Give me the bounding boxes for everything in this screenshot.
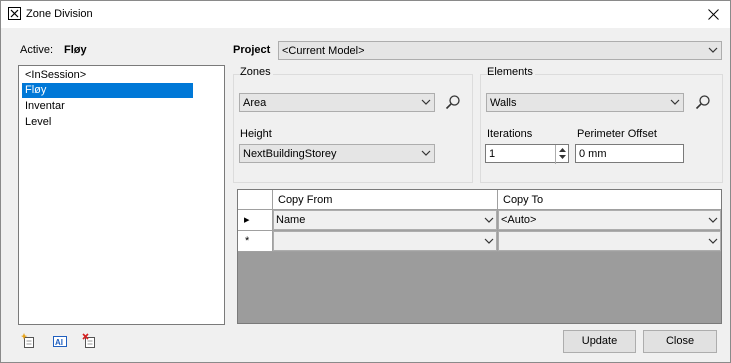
copy-to-dropdown[interactable] xyxy=(498,231,721,251)
active-value: Fløy xyxy=(64,44,87,56)
zones-type-dropdown[interactable]: Area xyxy=(239,93,435,112)
close-icon xyxy=(707,8,719,20)
table-cell[interactable] xyxy=(498,231,721,252)
current-row-indicator: ▸ xyxy=(244,214,250,226)
iterations-label: Iterations xyxy=(487,128,533,140)
active-label: Active: xyxy=(20,44,54,56)
iterations-spin[interactable] xyxy=(555,145,568,164)
height-dropdown[interactable]: NextBuildingStorey xyxy=(239,144,435,163)
copy-from-dropdown[interactable] xyxy=(273,231,497,251)
project-value: <Current Model> xyxy=(282,45,365,57)
zone-division-icon xyxy=(8,7,21,20)
project-label: Project xyxy=(233,44,271,56)
rename-icon[interactable]: AI xyxy=(52,333,68,349)
window-title: Zone Division xyxy=(26,8,93,20)
height-value: NextBuildingStorey xyxy=(243,148,337,160)
row-header[interactable]: * xyxy=(238,231,273,252)
zone-list[interactable]: <InSession> Fløy Inventar Level xyxy=(18,65,225,325)
elements-type-value: Walls xyxy=(490,97,517,109)
zones-group-label: Zones xyxy=(240,66,273,78)
new-row-indicator: * xyxy=(245,235,250,247)
perimeter-offset-value: 0 mm xyxy=(579,148,607,160)
chevron-down-icon xyxy=(708,238,718,244)
row-header[interactable]: ▸ xyxy=(238,210,273,231)
list-item-selected[interactable]: Fløy xyxy=(22,83,193,98)
spin-up-icon[interactable] xyxy=(556,145,568,153)
grid-corner-header xyxy=(238,190,273,210)
list-item[interactable]: <InSession> xyxy=(22,68,193,83)
dialog-body: Active: Fløy <InSession> Fløy Inventar L… xyxy=(1,28,730,362)
title-bar: Zone Division xyxy=(1,1,730,28)
table-cell[interactable]: Name xyxy=(273,210,498,231)
iterations-value: 1 xyxy=(489,148,496,160)
svg-text:AI: AI xyxy=(55,338,63,347)
copy-from-dropdown[interactable]: Name xyxy=(273,210,497,230)
grid-header-label: Copy To xyxy=(503,194,544,206)
elements-type-dropdown[interactable]: Walls xyxy=(486,93,684,112)
chevron-down-icon xyxy=(708,47,718,53)
chevron-down-icon xyxy=(484,217,494,223)
copy-to-dropdown[interactable]: <Auto> xyxy=(498,210,721,230)
grid-header-copy-from[interactable]: Copy From xyxy=(273,190,498,210)
copy-to-value: <Auto> xyxy=(501,214,537,226)
grid-header-copy-to[interactable]: Copy To xyxy=(498,190,721,210)
copy-from-value: Name xyxy=(276,214,306,226)
perimeter-offset-label: Perimeter Offset xyxy=(577,128,657,140)
chevron-down-icon xyxy=(670,99,680,105)
chevron-down-icon xyxy=(421,150,431,156)
search-icon[interactable] xyxy=(445,94,461,110)
search-icon[interactable] xyxy=(695,94,711,110)
chevron-down-icon xyxy=(421,99,431,105)
height-label: Height xyxy=(240,128,272,140)
update-button[interactable]: Update xyxy=(563,330,636,353)
iterations-stepper[interactable]: 1 xyxy=(485,144,569,164)
new-item-icon[interactable] xyxy=(21,333,37,349)
spin-down-icon[interactable] xyxy=(556,153,568,161)
table-cell[interactable]: <Auto> xyxy=(498,210,721,231)
elements-group-label: Elements xyxy=(487,66,535,78)
perimeter-offset-field[interactable]: 0 mm xyxy=(575,144,684,163)
close-window-button[interactable] xyxy=(702,3,724,25)
list-item[interactable]: Level xyxy=(22,115,193,130)
delete-item-icon[interactable] xyxy=(82,333,98,349)
copy-mapping-grid[interactable]: Copy From Copy To ▸ Name <Auto> * xyxy=(237,189,722,324)
list-item[interactable]: Inventar xyxy=(22,99,193,114)
zones-type-value: Area xyxy=(243,97,267,109)
close-button[interactable]: Close xyxy=(643,330,717,353)
zone-division-window: Zone Division Active: Fløy <InSession> F… xyxy=(0,0,731,363)
chevron-down-icon xyxy=(484,238,494,244)
project-dropdown[interactable]: <Current Model> xyxy=(278,41,722,60)
grid-header-label: Copy From xyxy=(278,194,333,206)
table-cell[interactable] xyxy=(273,231,498,252)
chevron-down-icon xyxy=(708,217,718,223)
